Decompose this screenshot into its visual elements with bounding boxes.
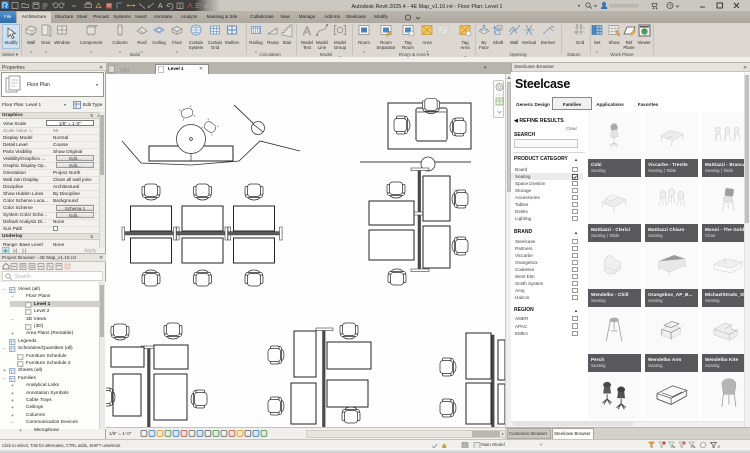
svg-text:A: A bbox=[303, 24, 311, 38]
svg-text:Autodesk Revit 2025.4 - 4E Map: Autodesk Revit 2025.4 - 4E Map_v1.10.rvt… bbox=[351, 4, 502, 10]
svg-text:•: • bbox=[578, 4, 580, 10]
svg-text:A: A bbox=[158, 3, 163, 10]
svg-text:(3D): (3D) bbox=[120, 68, 129, 73]
svg-text:?: ? bbox=[669, 4, 672, 10]
